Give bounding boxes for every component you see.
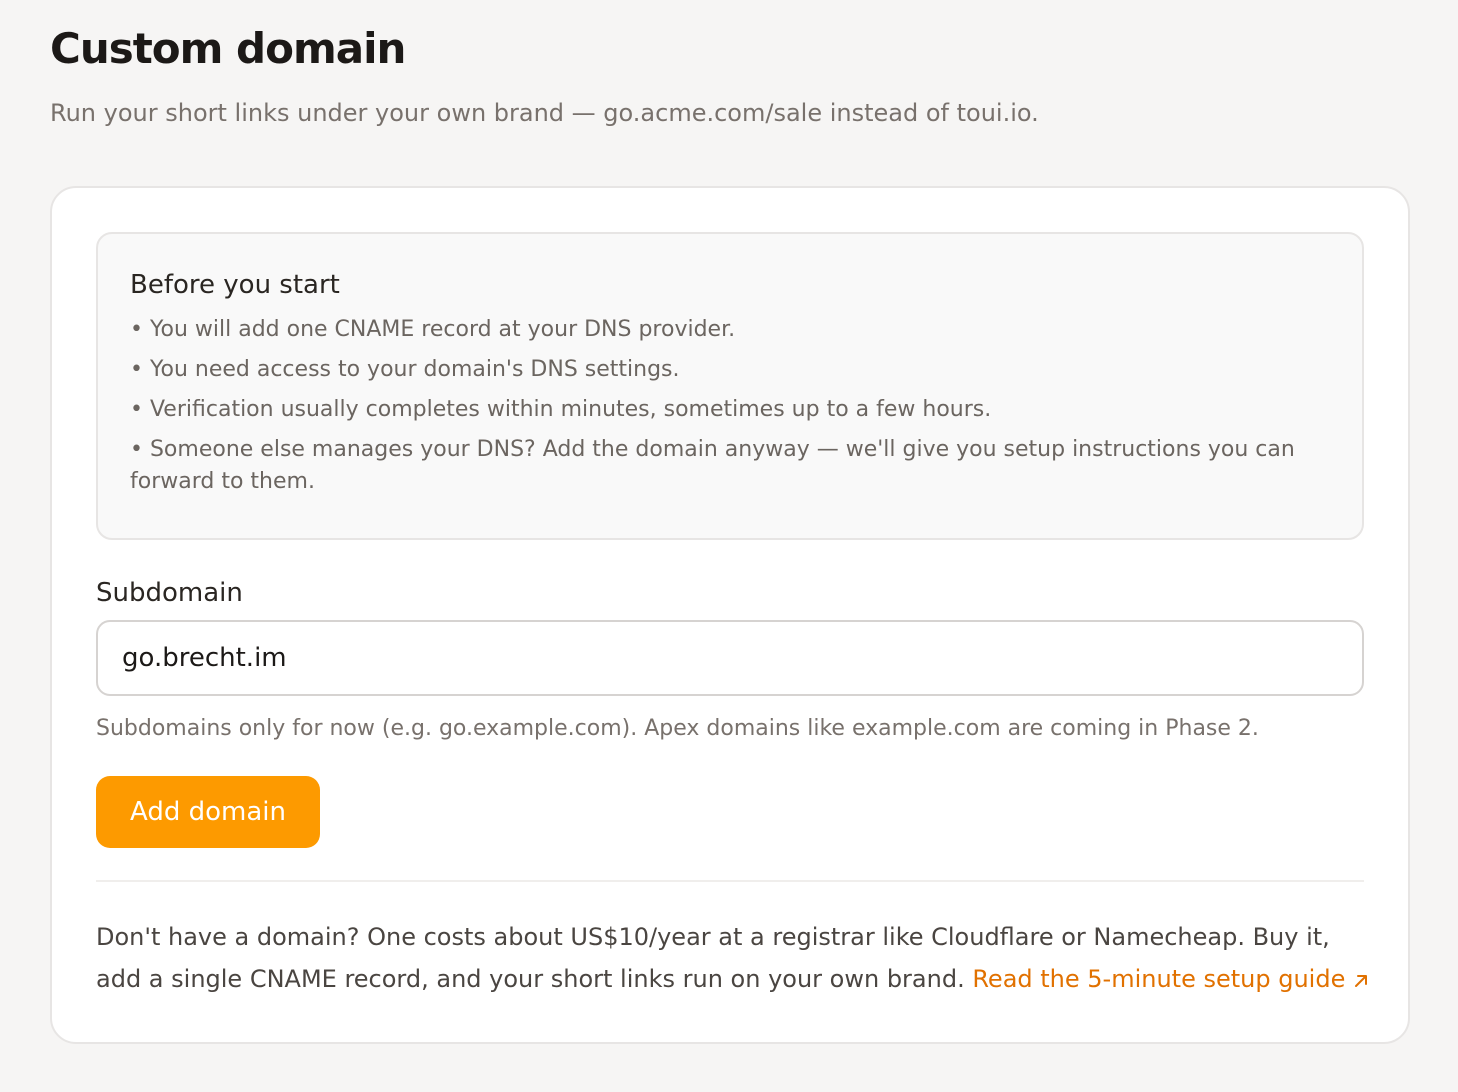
divider bbox=[96, 880, 1364, 882]
custom-domain-card: Before you start • You will add one CNAM… bbox=[50, 186, 1410, 1044]
page-title: Custom domain bbox=[50, 24, 406, 73]
info-item: • You will add one CNAME record at your … bbox=[130, 317, 736, 342]
footer-note: Don't have a domain? One costs about US$… bbox=[96, 916, 1370, 1000]
info-list: • You will add one CNAME record at your … bbox=[130, 314, 1330, 498]
info-item: • Verification usually completes within … bbox=[130, 397, 992, 422]
page-subtitle: Run your short links under your own bran… bbox=[50, 99, 1039, 127]
add-domain-button[interactable]: Add domain bbox=[96, 776, 320, 848]
info-item: • You need access to your domain's DNS s… bbox=[130, 357, 680, 382]
setup-guide-link[interactable]: Read the 5-minute setup guide bbox=[972, 965, 1369, 993]
before-you-start-box: Before you start • You will add one CNAM… bbox=[96, 232, 1364, 540]
subdomain-input[interactable] bbox=[96, 620, 1364, 696]
arrow-up-right-icon bbox=[1355, 975, 1368, 987]
setup-guide-link-label: Read the 5-minute setup guide bbox=[972, 965, 1346, 993]
subdomain-hint: Subdomains only for now (e.g. go.example… bbox=[96, 716, 1259, 741]
subdomain-label: Subdomain bbox=[96, 578, 243, 608]
info-item: • Someone else manages your DNS? Add the… bbox=[130, 437, 1295, 494]
page: Custom domain Run your short links under… bbox=[0, 0, 1458, 1092]
info-title: Before you start bbox=[130, 270, 340, 300]
